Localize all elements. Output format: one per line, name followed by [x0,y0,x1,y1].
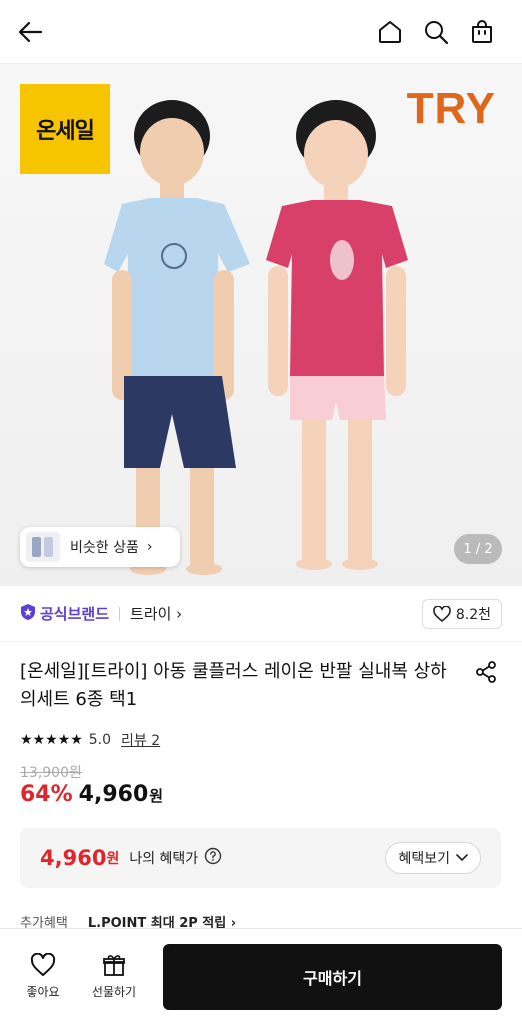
like-label: 좋아요 [26,985,60,999]
share-icon[interactable] [474,660,498,684]
brand-logo: TRY [406,84,496,133]
discount-rate: 64% [20,782,73,807]
review-link[interactable]: 리뷰 2 [121,730,160,750]
product-image-carousel[interactable]: 온세일 TRY 비슷한 상품 › 1 / 2 [0,64,522,586]
buy-button[interactable]: 구매하기 [163,944,502,1010]
search-icon[interactable] [422,18,450,46]
brand-row: 공식브랜드 트라이 › 8.2천 [0,586,522,642]
similar-product-thumbnail [26,532,60,562]
rating-value: 5.0 [88,732,112,748]
benefit-label: 나의 혜택가 [129,851,199,867]
back-arrow-icon[interactable] [16,18,44,46]
chevron-down-icon [456,854,468,862]
shopping-bag-icon[interactable] [468,18,496,46]
price-unit: 원 [149,787,164,805]
heart-icon [30,953,56,976]
sale-price: 4,960 [78,782,149,807]
top-app-bar [0,0,522,64]
brand-link[interactable]: 트라이 › [130,603,182,624]
view-benefits-label: 혜택보기 [398,851,450,867]
rating-row: ★★★★★ 5.0 리뷰 2 [20,730,160,750]
price-row: 64% 4,960 원 [20,782,163,807]
star-rating-icon: ★★★★★ [20,732,83,748]
similar-products-button[interactable]: 비슷한 상품 › [20,527,180,567]
chevron-right-icon: › [146,539,153,555]
my-benefit-price-box: 4,960 원 나의 혜택가 혜택보기 [20,828,501,888]
benefit-price: 4,960 [40,846,107,870]
product-title: [온세일][트라이] 아동 쿨플러스 레이온 반팔 실내복 상하의세트 6종 택… [20,661,447,710]
like-button[interactable]: 좋아요 [13,953,73,1000]
gift-icon [103,955,125,976]
wishlist-count-button[interactable]: 8.2천 [421,598,502,629]
divider [119,606,121,621]
gift-button[interactable]: 선물하기 [84,953,144,1000]
bottom-action-bar: 좋아요 선물하기 구매하기 [0,928,522,1024]
official-brand-label: 공식브랜드 [40,605,110,623]
shield-star-icon [20,603,36,625]
benefit-price-unit: 원 [106,851,120,867]
heart-icon [433,605,451,622]
view-benefits-button[interactable]: 혜택보기 [385,842,481,874]
original-price: 13,900원 [20,765,82,781]
image-page-counter: 1 / 2 [454,534,502,564]
on-sale-logo: 온세일 [20,84,110,174]
info-question-icon[interactable] [204,847,222,869]
similar-products-label: 비슷한 상품 [70,540,139,556]
home-icon[interactable] [376,18,404,46]
gift-label: 선물하기 [91,985,137,999]
wishlist-count: 8.2천 [455,606,491,623]
official-brand-badge: 공식브랜드 [20,603,109,625]
